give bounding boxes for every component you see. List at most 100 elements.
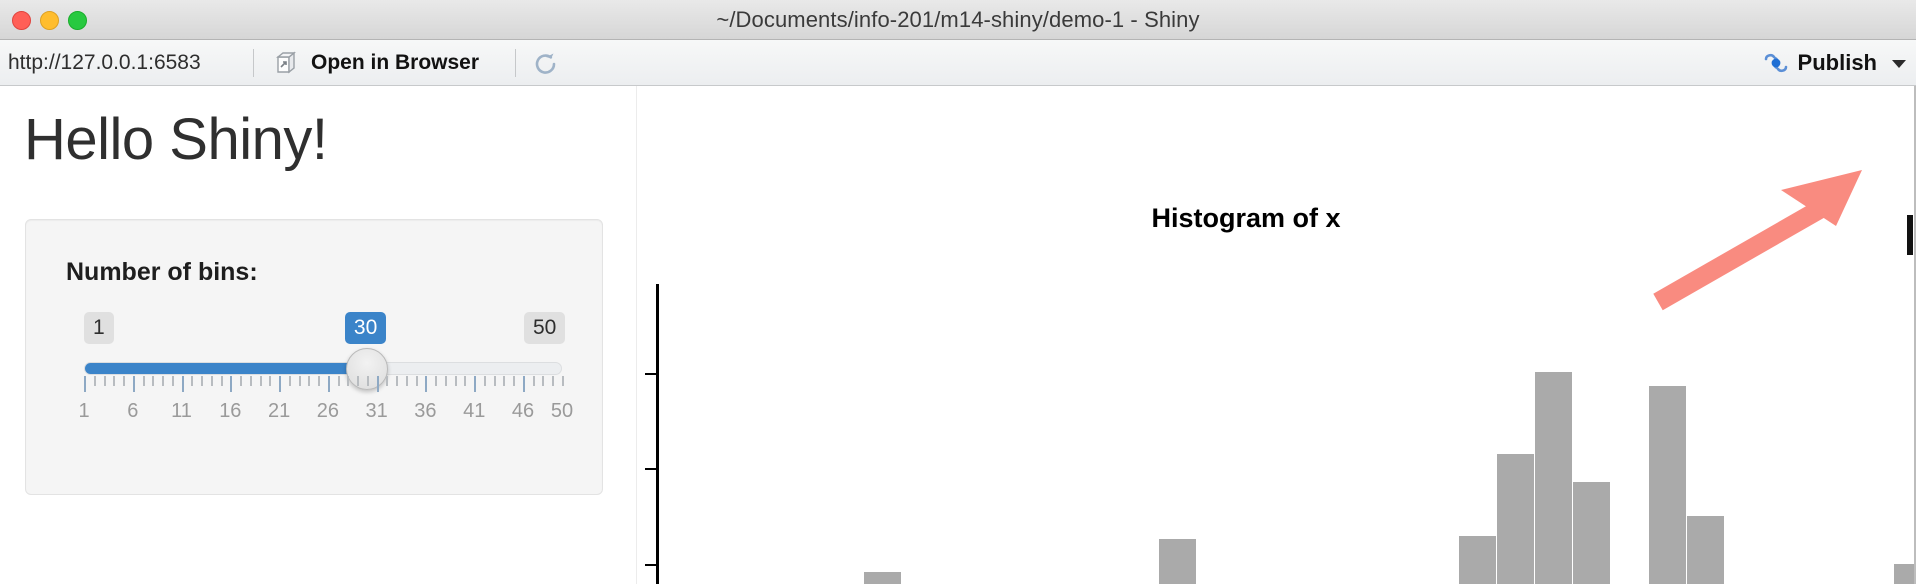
slider-tick-labels: 1 6 11 16 21 26 31 36 41 46 50 [66, 400, 582, 426]
scrollbar-thumb[interactable] [1907, 215, 1913, 255]
slider-tick [269, 376, 272, 386]
slider-tick [152, 376, 155, 386]
viewer-toolbar: http://127.0.0.1:6583 Open in Browser Pu… [0, 40, 1916, 86]
slider-tick [318, 376, 321, 386]
slider-tick [444, 376, 447, 386]
publish-label: Publish [1797, 49, 1877, 75]
slider-tick [347, 376, 350, 386]
slider-tick [288, 376, 291, 386]
slider-tick [327, 376, 330, 392]
sidebar-panel: Number of bins: 1 30 50 1 6 11 16 21 26 31 36 41… [25, 219, 603, 495]
slider-tick [337, 376, 340, 386]
slider-tick [376, 376, 379, 392]
slider-tick [415, 376, 418, 386]
slider-tick [171, 376, 174, 386]
shiny-app-body: Hello Shiny! Number of bins: 1 30 50 16 1… [0, 86, 1916, 584]
slider-tick [435, 376, 438, 386]
slider-tick-label: 41 [463, 400, 486, 422]
slider-tick [201, 376, 204, 386]
slider-tick [552, 376, 555, 386]
slider-tick [493, 376, 496, 386]
histogram-bar [1573, 482, 1610, 584]
slider-label: Number of bins: [66, 258, 258, 286]
slider-tick [405, 376, 408, 386]
publish-button[interactable]: Publish [1763, 40, 1906, 85]
slider-tick [279, 376, 282, 392]
slider-tick [474, 376, 477, 392]
slider-value-bubble: 30 [344, 312, 387, 344]
publish-icon [1763, 52, 1789, 74]
histogram-bar [1649, 386, 1686, 584]
slider-tick [84, 376, 86, 392]
y-axis-tick-25 [645, 373, 659, 375]
slider-tick [298, 376, 301, 386]
slider-tick [103, 376, 106, 386]
histogram-bar [1894, 564, 1916, 584]
slider-tick [162, 376, 165, 386]
histogram-plot: Histogram of x 25 20 15 ncy [636, 86, 1916, 584]
new-window-icon [275, 51, 301, 75]
slider-tick [249, 376, 252, 386]
window-title: ~/Documents/info-201/m14-shiny/demo-1 - … [716, 7, 1200, 32]
bins-slider[interactable]: 1 30 50 1 6 11 16 21 26 31 36 41 46 50 [66, 312, 573, 452]
window-titlebar: ~/Documents/info-201/m14-shiny/demo-1 - … [0, 0, 1916, 40]
slider-tick-label: 21 [267, 400, 291, 422]
slider-track[interactable] [84, 362, 562, 375]
slider-tick [532, 376, 535, 386]
slider-tick-label: 16 [219, 400, 242, 422]
y-axis-tick-15 [645, 564, 659, 566]
slider-tick [366, 376, 369, 386]
slider-tick [562, 376, 564, 386]
slider-tick [513, 376, 516, 386]
slider-tick [240, 376, 243, 386]
histogram-bar [864, 572, 901, 584]
y-axis-tick-20 [645, 468, 659, 470]
app-url-text: http://127.0.0.1:6583 [8, 51, 201, 74]
refresh-icon[interactable] [532, 51, 560, 77]
slider-tick [142, 376, 145, 386]
slider-tick [93, 376, 96, 386]
histogram-bars [659, 86, 1916, 584]
slider-tick [210, 376, 213, 386]
open-in-browser-button[interactable]: Open in Browser [275, 40, 479, 85]
page-title: Hello Shiny! [24, 107, 328, 172]
slider-tick [503, 376, 506, 386]
chevron-down-icon[interactable] [1892, 59, 1906, 68]
slider-tick [132, 376, 135, 392]
histogram-bar [1535, 372, 1572, 584]
slider-min-bubble: 1 [84, 312, 114, 344]
slider-fill [85, 363, 367, 374]
slider-tick [220, 376, 223, 386]
slider-tick [357, 376, 360, 386]
slider-tick [123, 376, 126, 386]
slider-tick-label: 11 [171, 400, 192, 422]
slider-tick-label: 50 [550, 400, 574, 422]
slider-tick [308, 376, 311, 386]
toolbar-divider-2 [515, 49, 516, 77]
slider-tick-label: 36 [414, 400, 437, 422]
slider-tick [386, 376, 389, 386]
slider-tick [113, 376, 116, 386]
slider-tick [425, 376, 428, 392]
histogram-bar [1159, 539, 1196, 584]
slider-tick [464, 376, 467, 386]
slider-tick-marks [84, 376, 564, 392]
slider-tick [181, 376, 184, 392]
slider-tick [454, 376, 457, 386]
slider-tick-label: 6 [127, 400, 139, 422]
slider-tick [522, 376, 525, 392]
slider-tick [191, 376, 194, 386]
histogram-bar [1687, 516, 1724, 584]
slider-tick-label: 26 [316, 400, 339, 422]
slider-tick [542, 376, 545, 386]
slider-tick-label: 31 [365, 400, 388, 422]
slider-tick [230, 376, 233, 392]
histogram-bar [1497, 454, 1534, 584]
toolbar-divider-1 [253, 49, 254, 77]
slider-tick [483, 376, 486, 386]
histogram-bar [1459, 536, 1496, 584]
slider-max-bubble: 50 [524, 312, 566, 344]
plot-left-divider [636, 86, 637, 584]
slider-tick-label: 46 [511, 400, 535, 422]
open-in-browser-label: Open in Browser [311, 50, 480, 74]
